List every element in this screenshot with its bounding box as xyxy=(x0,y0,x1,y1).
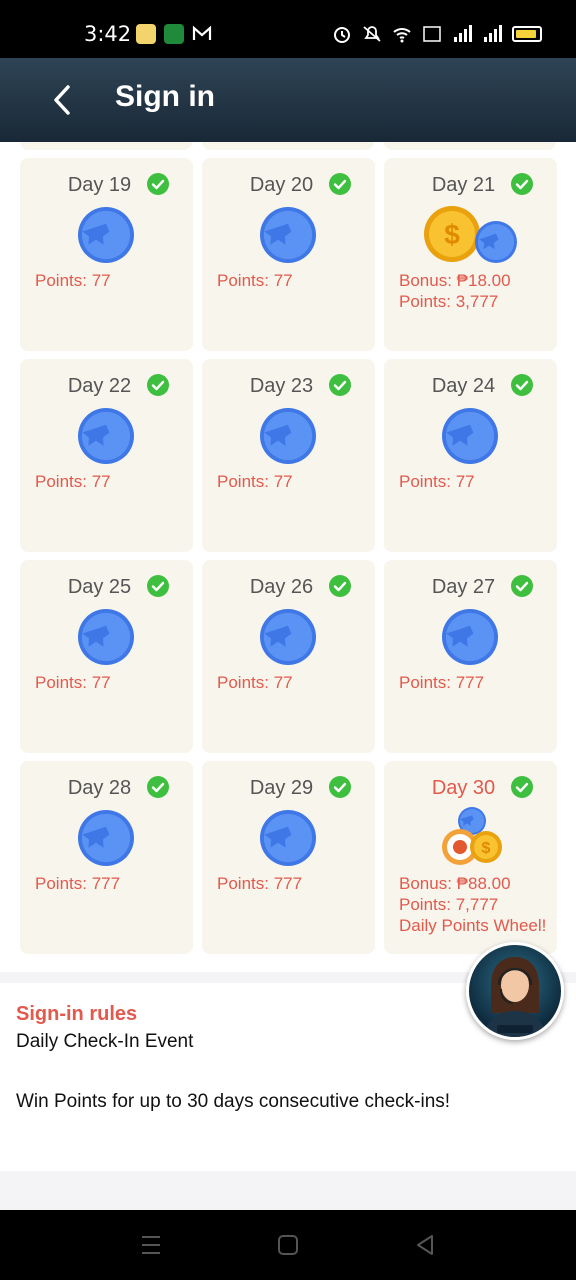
day-card[interactable]: Day 30 $ Bonus: ₱88.00 Points: 7,777 Daily … xyxy=(384,761,557,954)
reward-line: Points: 777 xyxy=(35,874,121,893)
battery-icon xyxy=(512,26,542,42)
alarm-icon xyxy=(334,27,350,43)
rules-title: Sign-in rules xyxy=(16,1003,138,1025)
wifi-icon xyxy=(393,28,411,43)
blue-coin-icon xyxy=(442,408,498,464)
reward-text: Points: 77 xyxy=(35,471,111,492)
reward-text: Points: 77 xyxy=(35,270,111,291)
reward-line: Points: 777 xyxy=(217,874,303,893)
app-notification-icon xyxy=(136,24,156,44)
check-in-grid[interactable]: Day 19 Points: 77 Day 20 Points: 77 Day 21 $… xyxy=(0,142,576,972)
back-arrow-icon[interactable] xyxy=(48,82,78,118)
day-card[interactable]: Day 26 Points: 77 xyxy=(202,560,375,753)
checkmark-icon xyxy=(511,776,533,798)
checkmark-icon xyxy=(329,575,351,597)
checkmark-icon xyxy=(147,374,169,396)
reward-text: Points: 777 xyxy=(399,672,484,693)
checkmark-icon xyxy=(329,173,351,195)
day-card[interactable]: Day 24 Points: 77 xyxy=(384,359,557,552)
customer-service-avatar[interactable] xyxy=(466,942,564,1040)
blue-coin-icon xyxy=(442,609,498,665)
reward-line: Points: 77 xyxy=(399,472,475,491)
reward-line: Points: 777 xyxy=(399,673,485,692)
checkmark-icon xyxy=(147,173,169,195)
reward-text: Points: 77 xyxy=(217,471,293,492)
gmail-icon xyxy=(192,25,212,40)
home-icon[interactable] xyxy=(275,1232,301,1258)
card-edge xyxy=(384,142,556,150)
reward-line: Daily Points Wheel! xyxy=(399,916,547,935)
checkmark-icon xyxy=(511,575,533,597)
app-notification-icon xyxy=(164,24,184,44)
day-card[interactable]: Day 20 Points: 77 xyxy=(202,158,375,351)
back-icon[interactable] xyxy=(412,1232,438,1258)
day-card[interactable]: Day 23 Points: 77 xyxy=(202,359,375,552)
day-card[interactable]: Day 28 Points: 777 xyxy=(20,761,193,954)
reward-text: Points: 777 xyxy=(35,873,120,894)
day-card[interactable]: Day 25 Points: 77 xyxy=(20,560,193,753)
reward-line: Bonus: ₱18.00 xyxy=(399,271,511,290)
reward-line: Points: 77 xyxy=(35,673,111,692)
card-edge xyxy=(20,142,192,150)
card-edge xyxy=(202,142,374,150)
day-card[interactable]: Day 19 Points: 77 xyxy=(20,158,193,351)
blue-coin-icon xyxy=(78,408,134,464)
reward-line: Points: 77 xyxy=(35,472,111,491)
day-card[interactable]: Day 21 $ Bonus: ₱18.00 Points: 3,777 xyxy=(384,158,557,351)
blue-coin-icon xyxy=(78,810,134,866)
menu-icon[interactable] xyxy=(138,1232,164,1258)
day-card[interactable]: Day 27 Points: 777 xyxy=(384,560,557,753)
reward-line: Points: 3,777 xyxy=(399,292,499,311)
blue-coin-icon xyxy=(260,207,316,263)
mute-icon xyxy=(363,26,381,42)
reward-text: Bonus: ₱88.00 Points: 7,777 Daily Points W… xyxy=(399,873,546,936)
checkmark-icon xyxy=(147,575,169,597)
reward-line: Points: 7,777 xyxy=(399,895,499,914)
day-card[interactable]: Day 29 Points: 777 xyxy=(202,761,375,954)
rules-line: Daily Check-In Event xyxy=(16,1031,194,1052)
blue-coin-icon xyxy=(260,609,316,665)
system-nav-bar xyxy=(0,1210,576,1280)
support-agent-icon xyxy=(483,957,547,1037)
blue-coin-icon xyxy=(260,810,316,866)
checkmark-icon xyxy=(511,374,533,396)
day-card[interactable]: Day 22 Points: 77 xyxy=(20,359,193,552)
notification-icons xyxy=(136,24,212,44)
svg-text:$: $ xyxy=(444,219,460,250)
system-status-icons xyxy=(332,24,542,44)
reward-text: Bonus: ₱18.00 Points: 3,777 xyxy=(399,270,511,312)
blue-coin-icon xyxy=(260,408,316,464)
reward-text: Points: 77 xyxy=(217,672,293,693)
signal-icon xyxy=(454,25,472,42)
checkmark-icon xyxy=(511,173,533,195)
reward-line: Points: 77 xyxy=(35,271,111,290)
reward-text: Points: 777 xyxy=(217,873,302,894)
checkmark-icon xyxy=(147,776,169,798)
checkmark-icon xyxy=(329,776,351,798)
reward-text: Points: 77 xyxy=(35,672,111,693)
reward-line: Bonus: ₱88.00 xyxy=(399,874,511,893)
status-time: 3:42 xyxy=(84,22,132,46)
rules-line: Win Points for up to 30 days consecutive… xyxy=(16,1091,451,1112)
gold-coin-icon: $ xyxy=(424,206,517,263)
checkmark-icon xyxy=(329,374,351,396)
reward-line: Points: 77 xyxy=(217,472,293,491)
reward-text: Points: 77 xyxy=(217,270,293,291)
signal-icon xyxy=(484,25,502,42)
blue-coin-icon xyxy=(78,207,134,263)
volte-icon xyxy=(423,26,441,42)
blue-coin-icon xyxy=(78,609,134,665)
status-bar: 3:42 xyxy=(0,0,576,58)
app-bar: Sign in xyxy=(0,58,576,142)
reward-text: Points: 77 xyxy=(399,471,475,492)
reward-line: Points: 77 xyxy=(217,271,293,290)
reward-line: Points: 77 xyxy=(217,673,293,692)
points-wheel-icon: $ xyxy=(442,807,502,865)
svg-text:$: $ xyxy=(482,840,491,857)
page-title: Sign in xyxy=(115,80,215,113)
